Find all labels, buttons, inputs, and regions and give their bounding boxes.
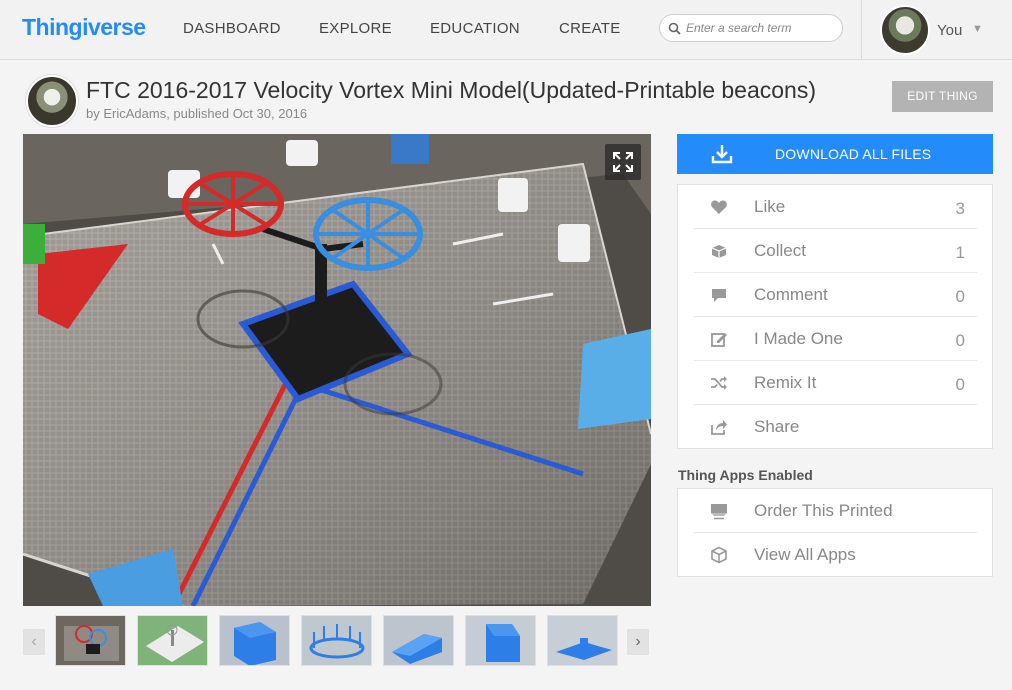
search-icon	[668, 22, 681, 35]
thumbnail-5[interactable]	[383, 615, 454, 666]
divider	[861, 0, 862, 60]
comment-button[interactable]: Comment 0	[694, 273, 977, 317]
share-button[interactable]: Share	[694, 405, 977, 449]
collect-label: Collect	[754, 241, 806, 260]
remix-icon	[711, 376, 727, 390]
share-icon	[711, 420, 727, 435]
thumbnail-4[interactable]	[301, 615, 372, 666]
thumbnail-next-button[interactable]: ›	[627, 629, 649, 655]
comment-label: Comment	[754, 285, 828, 304]
search-input[interactable]	[686, 19, 836, 37]
collect-count: 1	[955, 243, 965, 262]
remix-it-label: Remix It	[754, 373, 817, 392]
made-one-icon	[711, 333, 727, 347]
thumbnail-prev-button[interactable]: ‹	[23, 629, 45, 655]
thing-apps-panel: Order This Printed View All Apps	[677, 488, 993, 577]
heart-icon	[711, 200, 727, 214]
view-all-apps-link[interactable]: View All Apps	[694, 533, 977, 577]
order-this-printed-label: Order This Printed	[754, 501, 893, 520]
view-all-apps-label: View All Apps	[754, 545, 856, 564]
thumbnail-1[interactable]	[55, 615, 126, 666]
published-date: , published Oct 30, 2016	[166, 106, 308, 121]
cube-icon	[711, 546, 727, 564]
download-icon	[711, 145, 733, 164]
share-label: Share	[754, 417, 800, 436]
expand-icon	[613, 152, 633, 172]
chevron-down-icon: ▼	[972, 23, 983, 35]
thumbnail-6[interactable]	[465, 615, 536, 666]
user-name: You	[937, 22, 963, 39]
thing-actions-panel: Like 3 Collect 1 Comment 0 I Made One 0 …	[677, 184, 993, 449]
comment-icon	[712, 289, 726, 302]
i-made-one-label: I Made One	[754, 329, 843, 348]
download-label: DOWNLOAD ALL FILES	[775, 146, 932, 162]
thumbnail-2[interactable]	[137, 615, 208, 666]
search-box	[659, 14, 843, 42]
like-count: 3	[955, 199, 965, 218]
fullscreen-button[interactable]	[605, 144, 641, 180]
thumbnail-3[interactable]	[219, 615, 290, 666]
edit-thing-button[interactable]: EDIT THING	[892, 81, 993, 112]
collect-button[interactable]: Collect 1	[694, 229, 977, 273]
i-made-one-button[interactable]: I Made One 0	[694, 317, 977, 361]
thumbnail-7[interactable]	[547, 615, 618, 666]
remix-it-count: 0	[955, 375, 965, 394]
nav-dashboard[interactable]: DASHBOARD	[183, 20, 281, 37]
author-link[interactable]: EricAdams	[103, 106, 166, 121]
model-photo	[23, 134, 651, 606]
top-navigation-bar: Thingiverse DASHBOARD EXPLORE EDUCATION …	[0, 0, 1012, 60]
nav-create[interactable]: CREATE	[559, 20, 621, 37]
page-title: FTC 2016-2017 Velocity Vortex Mini Model…	[86, 77, 816, 103]
order-this-printed-link[interactable]: Order This Printed	[694, 489, 977, 533]
download-all-files-button[interactable]: DOWNLOAD ALL FILES	[677, 134, 993, 174]
author-avatar[interactable]	[26, 75, 78, 127]
main-thing-image[interactable]	[23, 134, 651, 606]
thing-apps-heading: Thing Apps Enabled	[678, 467, 813, 483]
user-menu[interactable]: You ▼	[878, 5, 998, 55]
i-made-one-count: 0	[955, 331, 965, 350]
nav-education[interactable]: EDUCATION	[430, 20, 520, 37]
avatar	[880, 5, 930, 55]
remix-it-button[interactable]: Remix It 0	[694, 361, 977, 405]
thingiverse-logo[interactable]: Thingiverse	[22, 14, 146, 41]
like-label: Like	[754, 197, 786, 216]
byline-prefix: by	[86, 106, 104, 121]
collect-icon	[711, 245, 727, 258]
comment-count: 0	[955, 287, 965, 306]
byline: by EricAdams, published Oct 30, 2016	[86, 106, 307, 121]
like-button[interactable]: Like 3	[694, 185, 977, 229]
print-order-icon	[711, 504, 727, 520]
nav-explore[interactable]: EXPLORE	[319, 20, 392, 37]
